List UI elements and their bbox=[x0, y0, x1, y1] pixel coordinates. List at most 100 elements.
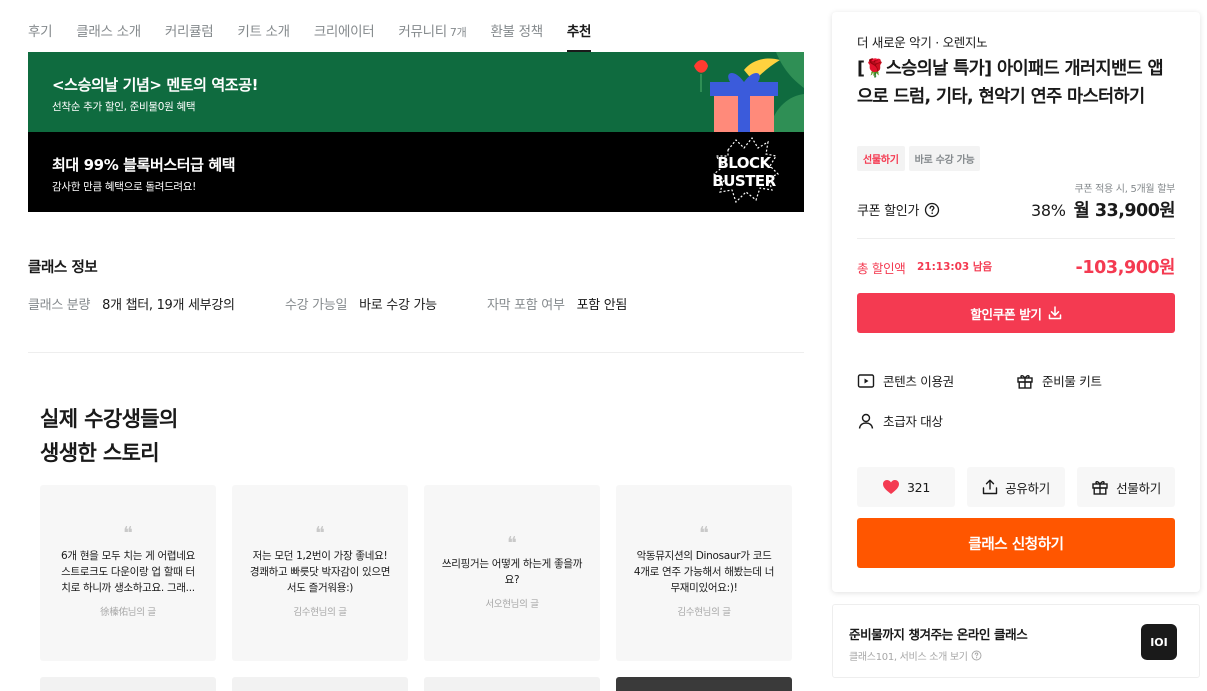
tab-refund-policy[interactable]: 환불 정책 bbox=[490, 0, 543, 52]
story-card-next-row[interactable] bbox=[424, 677, 600, 691]
stories-title-line: 생생한 스토리 bbox=[40, 441, 160, 465]
share-label: 공유하기 bbox=[1005, 480, 1050, 496]
tab-label: 커뮤니티 bbox=[398, 24, 447, 40]
gift-icon bbox=[1017, 374, 1033, 389]
countdown-timer: 21:13:03 남음 bbox=[917, 261, 993, 273]
gift-button[interactable]: 선물하기 bbox=[1077, 467, 1175, 507]
tab-community[interactable]: 커뮤니티 7개 bbox=[398, 0, 466, 52]
gift-icon bbox=[1092, 481, 1108, 495]
banner-subtitle: 감사한 만큼 혜택으로 돌려드려요! bbox=[52, 181, 197, 193]
blockbuster-logo: BLOCK BUSTER bbox=[684, 132, 804, 212]
help-circle-icon bbox=[971, 650, 982, 661]
section-divider bbox=[28, 352, 804, 353]
blockbuster-logo-text: BLOCK bbox=[717, 154, 771, 172]
instant-access-badge: 바로 수강 가능 bbox=[908, 146, 981, 171]
info-key: 수강 가능일 bbox=[285, 298, 348, 313]
tab-label: 후기 bbox=[28, 24, 53, 40]
tab-reviews[interactable]: 후기 bbox=[28, 0, 53, 52]
download-icon bbox=[1048, 306, 1061, 320]
tab-label: 환불 정책 bbox=[490, 24, 543, 40]
story-author: 서오현님의 글 bbox=[485, 599, 539, 610]
action-row: 321 공유하기 선물하기 bbox=[857, 467, 1175, 507]
feature-label: 초급자 대상 bbox=[883, 414, 943, 429]
help-circle-icon[interactable] bbox=[924, 202, 940, 218]
service-promo-card[interactable]: 준비물까지 챙겨주는 온라인 클래스 클래스101, 서비스 소개 보기 IOI bbox=[832, 604, 1200, 678]
monthly-price: 월 33,900원 bbox=[1073, 201, 1176, 221]
story-card[interactable]: ❝ 저는 모던 1,2번이 가장 좋네요! 경쾌하고 빠릇닷 박자감이 있으면 서도… bbox=[232, 485, 408, 661]
section-tabs: 후기 클래스 소개 커리큘럼 키트 소개 크리에이터 커뮤니티 7개 환불 정책 … bbox=[28, 0, 804, 52]
info-key: 자막 포함 여부 bbox=[487, 298, 565, 313]
heart-icon bbox=[883, 480, 900, 494]
banner-title: 최대 99% 블록버스터급 혜택 bbox=[52, 156, 236, 174]
story-text: 악동뮤지션의 Dinosaur가 코드 4개로 연주 가능해서 해봤는데 너 무재미… bbox=[633, 550, 775, 594]
info-key: 클래스 분량 bbox=[28, 298, 91, 313]
stories-title: 실제 수강생들의 생생한 스토리 bbox=[40, 402, 340, 470]
coupon-price-label: 쿠폰 할인가 bbox=[857, 200, 940, 219]
feature-content-pass: 콘텐츠 이용권 bbox=[857, 371, 954, 390]
price-divider bbox=[857, 238, 1175, 239]
purchase-panel: 더 새로운 악기 · 오렌지노 [🌹스승의날 특가] 아이패드 개러지밴드 앱으… bbox=[832, 12, 1200, 592]
story-card[interactable]: ❝ 6개 현을 모두 치는 게 어렵네요 스트로크도 다운이랑 업 할때 터 치로 … bbox=[40, 485, 216, 661]
share-icon bbox=[982, 479, 998, 495]
story-card-next-row[interactable] bbox=[232, 677, 408, 691]
promo-banner-blockbuster[interactable]: 최대 99% 블록버스터급 혜택 감사한 만큼 혜택으로 돌려드려요! BLOC… bbox=[28, 132, 804, 212]
tab-label: 키트 소개 bbox=[237, 24, 290, 40]
like-button[interactable]: 321 bbox=[857, 467, 955, 507]
brand-creator[interactable]: 더 새로운 악기 · 오렌지노 bbox=[857, 32, 988, 51]
feature-label: 준비물 키트 bbox=[1042, 374, 1102, 389]
total-discount-label: 총 할인액 bbox=[857, 261, 906, 276]
story-text: 저는 모던 1,2번이 가장 좋네요! 경쾌하고 빠릇닷 박자감이 있으면 서도 즐… bbox=[249, 550, 391, 594]
tab-class-intro[interactable]: 클래스 소개 bbox=[76, 0, 141, 52]
feature-beginner: 초급자 대상 bbox=[857, 411, 943, 430]
tab-creator[interactable]: 크리에이터 bbox=[314, 0, 375, 52]
promo-banner-teachers-day[interactable]: <스승의날 기념> 멘토의 역조공! 선착순 추가 할인, 준비물0원 혜택 bbox=[28, 52, 804, 132]
gift-badge: 선물하기 bbox=[857, 146, 905, 171]
info-value: 8개 챕터, 19개 세부강의 bbox=[102, 298, 235, 313]
quote-icon: ❝ bbox=[507, 533, 517, 554]
play-square-icon bbox=[857, 373, 875, 388]
promo-subtitle[interactable]: 클래스101, 서비스 소개 보기 bbox=[849, 648, 982, 663]
tab-count: 7개 bbox=[449, 26, 467, 39]
quote-icon: ❝ bbox=[123, 523, 133, 544]
story-card-next-row[interactable] bbox=[616, 677, 792, 691]
tab-recommend[interactable]: 추천 bbox=[566, 0, 592, 52]
promo-title: 준비물까지 챙겨주는 온라인 클래스 bbox=[849, 627, 1028, 642]
coupon-button-label: 할인쿠폰 받기 bbox=[970, 306, 1042, 322]
gift-box-illustration bbox=[694, 52, 804, 132]
get-coupon-button[interactable]: 할인쿠폰 받기 bbox=[857, 293, 1175, 333]
person-icon bbox=[858, 413, 874, 429]
tab-label: 커리큘럼 bbox=[164, 24, 214, 40]
info-class-amount: 클래스 분량 8개 챕터, 19개 세부강의 bbox=[28, 294, 235, 313]
info-available-date: 수강 가능일 바로 수강 가능 bbox=[285, 294, 437, 313]
story-text: 6개 현을 모두 치는 게 어렵네요 스트로크도 다운이랑 업 할때 터 치로 하니… bbox=[61, 550, 195, 594]
banner-title: <스승의날 기념> 멘토의 역조공! bbox=[52, 76, 259, 94]
promo-subtitle-text: 클래스101, 서비스 소개 보기 bbox=[849, 652, 968, 663]
class101-logo: IOI bbox=[1141, 624, 1177, 660]
info-subtitles: 자막 포함 여부 포함 안됨 bbox=[487, 294, 627, 313]
like-count: 321 bbox=[907, 479, 930, 495]
tab-curriculum[interactable]: 커리큘럼 bbox=[164, 0, 214, 52]
share-button[interactable]: 공유하기 bbox=[967, 467, 1065, 507]
tab-label: 크리에이터 bbox=[313, 24, 375, 40]
blockbuster-logo-text: BUSTER bbox=[712, 172, 776, 190]
story-author: 徐榛佑님의 글 bbox=[100, 607, 156, 618]
discount-percent: 38% bbox=[1031, 201, 1066, 220]
story-card[interactable]: ❝ 악동뮤지션의 Dinosaur가 코드 4개로 연주 가능해서 해봤는데 너무… bbox=[616, 485, 792, 661]
stories-title-line: 실제 수강생들의 bbox=[40, 407, 178, 431]
class-info-title: 클래스 정보 bbox=[28, 260, 98, 276]
tab-kit-intro[interactable]: 키트 소개 bbox=[237, 0, 290, 52]
gift-label: 선물하기 bbox=[1116, 480, 1161, 496]
story-author: 김수현님의 글 bbox=[677, 607, 731, 618]
info-value: 바로 수강 가능 bbox=[359, 298, 437, 313]
coupon-label-text: 쿠폰 할인가 bbox=[857, 204, 920, 219]
total-discount-amount: -103,900원 bbox=[1075, 258, 1176, 278]
tab-label: 클래스 소개 bbox=[76, 24, 141, 40]
story-author: 김수현님의 글 bbox=[293, 607, 347, 618]
installment-note: 쿠폰 적용 시, 5개월 할부 bbox=[1074, 184, 1175, 195]
price-row: 38% 월 33,900원 bbox=[1031, 197, 1176, 222]
story-text: 쓰리핑거는 어떻게 하는게 좋을까 요? bbox=[441, 558, 583, 586]
tab-label: 추천 bbox=[566, 24, 592, 40]
story-card[interactable]: ❝ 쓰리핑거는 어떻게 하는게 좋을까 요? 서오현님의 글 bbox=[424, 485, 600, 661]
apply-class-button[interactable]: 클래스 신청하기 bbox=[857, 518, 1175, 568]
story-card-next-row[interactable] bbox=[40, 677, 216, 691]
